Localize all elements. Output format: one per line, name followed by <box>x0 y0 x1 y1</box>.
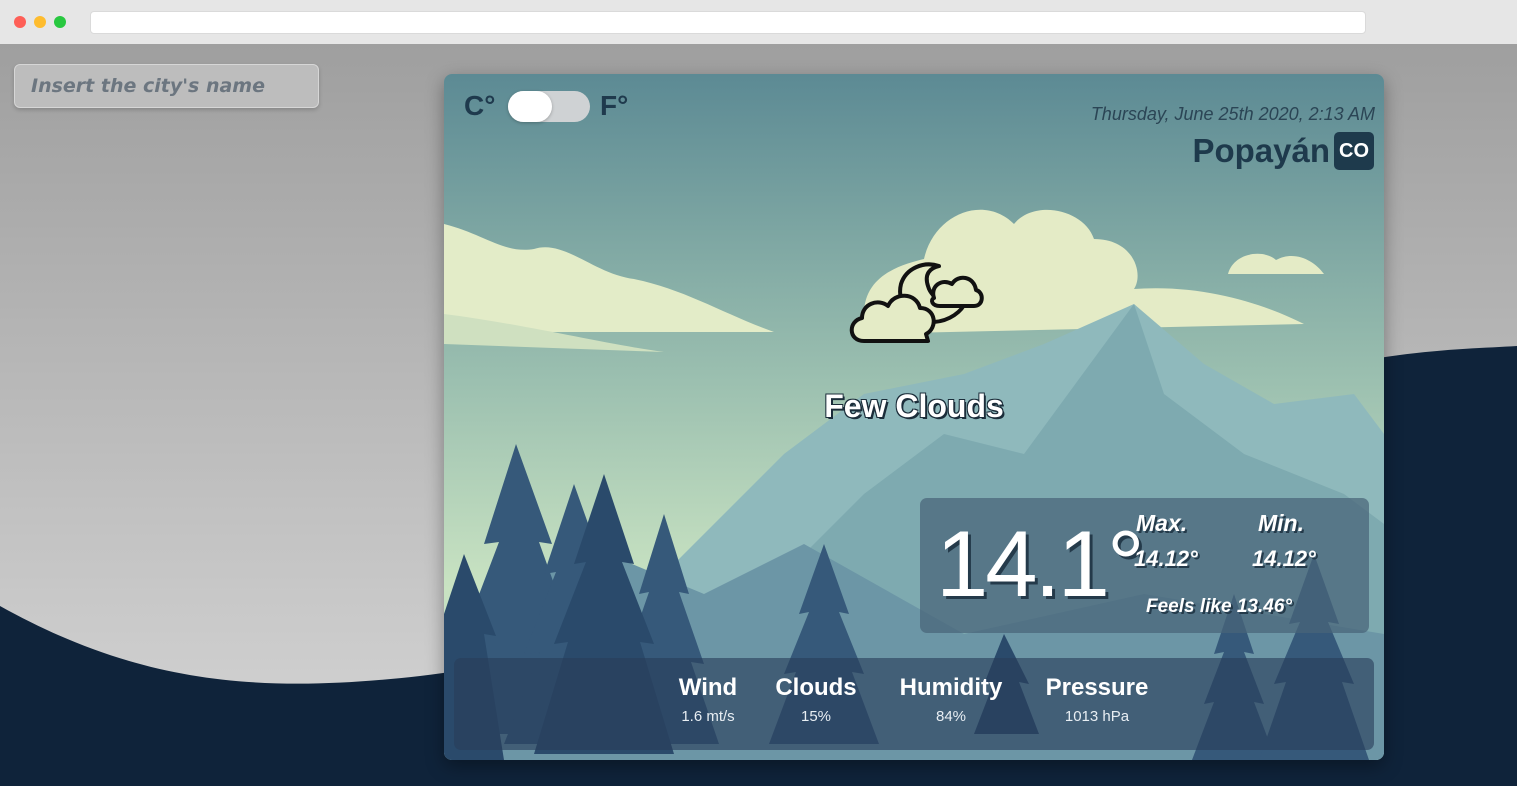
date-time: Thursday, June 25th 2020, 2:13 AM <box>1090 104 1375 124</box>
clouds-label: Clouds <box>775 674 857 701</box>
current-temperature: 14.1° <box>936 511 1145 616</box>
stat-pressure: Pressure 1013 hPa <box>1036 674 1158 725</box>
feels-like: Feels like 13.46° <box>1146 596 1292 617</box>
max-label: Max. <box>1136 510 1188 536</box>
country-badge: CO <box>1334 132 1374 170</box>
humidity-label: Humidity <box>899 674 1003 701</box>
city-name: Popayán <box>1192 132 1330 169</box>
wind-value: 1.6 mt/s <box>681 708 735 725</box>
address-bar[interactable] <box>90 11 1366 34</box>
wind-label: Wind <box>678 674 738 701</box>
min-value: 14.12° <box>1252 546 1316 571</box>
max-value: 14.12° <box>1134 546 1198 571</box>
moon-clouds-icon <box>849 262 984 343</box>
maximize-window-button[interactable] <box>54 16 66 28</box>
stats-panel: Wind 1.6 mt/s Clouds 15% Humidity 84% Pr… <box>454 658 1374 750</box>
location: Popayán CO <box>1192 132 1374 170</box>
weather-card: C° F° Thursday, June 25th 2020, 2:13 AM … <box>444 74 1384 760</box>
close-window-button[interactable] <box>14 16 26 28</box>
humidity-value: 84% <box>935 708 967 725</box>
clouds-value: 15% <box>800 708 832 725</box>
min-label: Min. <box>1258 510 1304 536</box>
browser-chrome <box>0 0 1517 44</box>
temperature-panel: 14.1° Max. 14.12° Min. 14.12° Feels like… <box>920 498 1369 633</box>
city-search <box>14 64 319 108</box>
stat-wind: Wind 1.6 mt/s <box>664 674 752 725</box>
fahrenheit-label: F° <box>600 90 629 121</box>
stat-clouds: Clouds 15% <box>768 674 864 725</box>
unit-toggle[interactable] <box>508 91 590 122</box>
stat-humidity: Humidity 84% <box>888 674 1014 725</box>
celsius-label: C° <box>464 90 496 121</box>
minimize-window-button[interactable] <box>34 16 46 28</box>
city-search-input[interactable] <box>15 65 318 107</box>
pressure-value: 1013 hPa <box>1064 708 1130 725</box>
weather-description: Few Clouds <box>824 388 1004 424</box>
pressure-label: Pressure <box>1045 674 1149 701</box>
page: C° F° Thursday, June 25th 2020, 2:13 AM … <box>0 44 1517 786</box>
unit-toggle-knob[interactable] <box>508 91 552 122</box>
